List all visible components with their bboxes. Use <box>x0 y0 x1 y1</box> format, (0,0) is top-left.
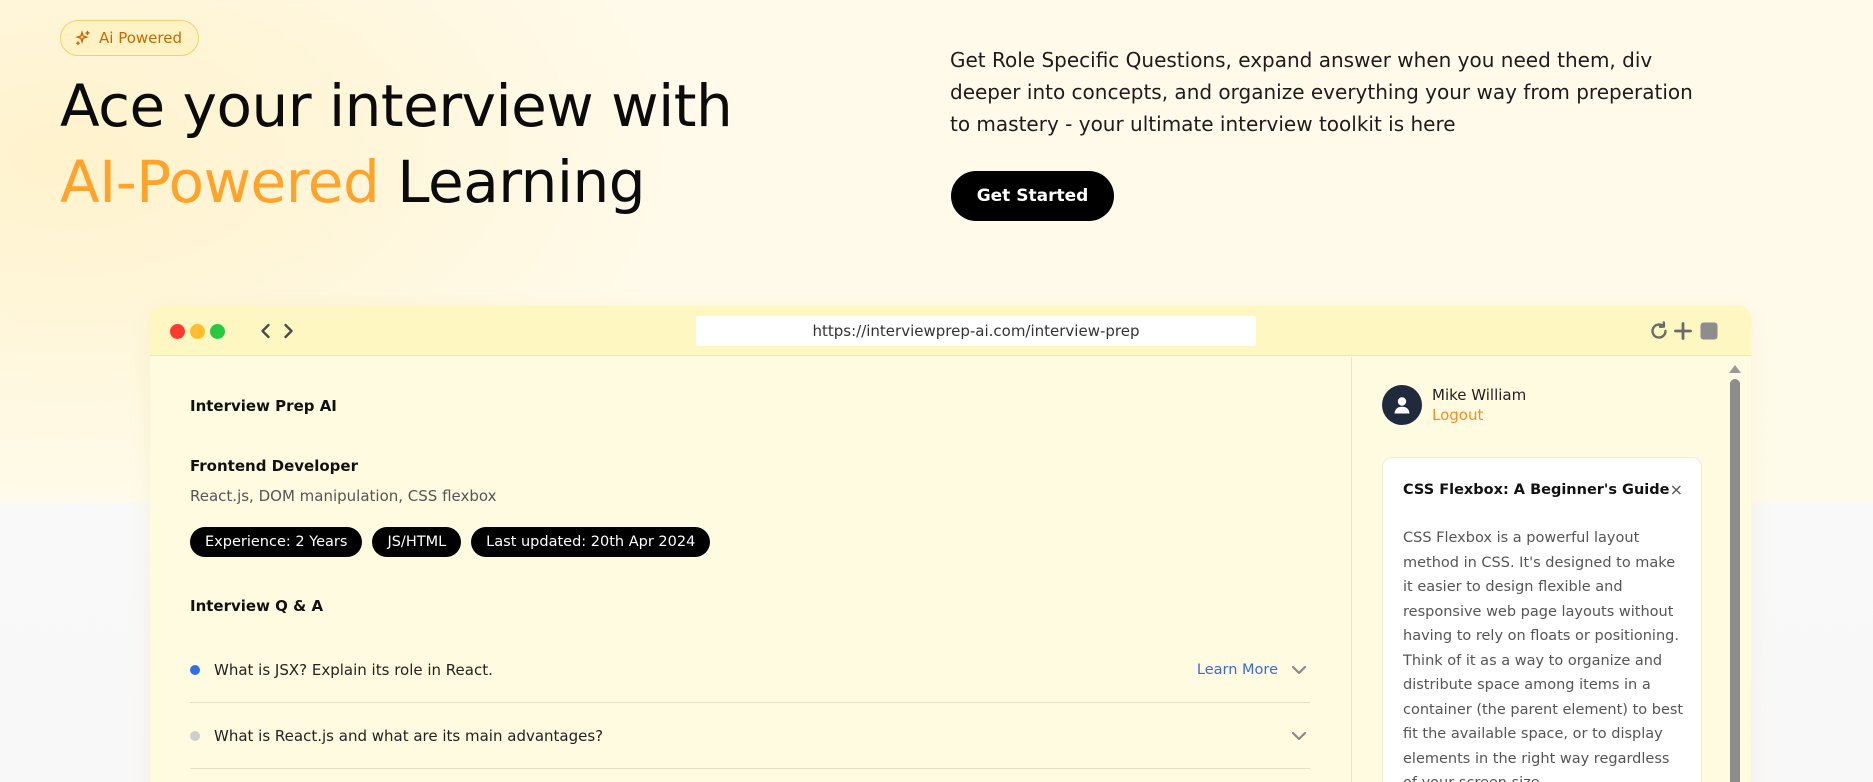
square-icon[interactable] <box>1698 320 1720 342</box>
window-minimize-dot[interactable] <box>190 324 205 339</box>
headline-accent: AI-Powered <box>60 148 380 216</box>
user-name: Mike William <box>1432 386 1527 404</box>
experience-pill: Experience: 2 Years <box>190 527 363 557</box>
role-title: Frontend Developer <box>190 457 358 475</box>
question-item[interactable]: What is JSX? Explain its role in React. … <box>190 637 1310 703</box>
headline-rest: Learning <box>397 148 646 216</box>
qa-heading: Interview Q & A <box>190 597 324 615</box>
browser-mockup: https://interviewprep-ai.com/interview-p… <box>150 306 1751 782</box>
scrollbar[interactable] <box>1729 365 1741 782</box>
ai-powered-badge: Ai Powered <box>60 20 199 56</box>
user-profile: Mike William Logout <box>1382 385 1526 425</box>
scroll-up-arrow-icon[interactable] <box>1729 365 1741 373</box>
chevron-down-icon[interactable] <box>1290 661 1308 679</box>
last-updated-pill: Last updated: 20th Apr 2024 <box>471 527 711 557</box>
learn-more-link[interactable]: Learn More <box>1197 662 1278 678</box>
headline-line1: Ace your interview with <box>60 72 733 140</box>
hero-headline: Ace your interview with AI-Powered Learn… <box>60 68 820 220</box>
badge-label: Ai Powered <box>99 29 182 47</box>
question-bullet <box>190 730 200 741</box>
sidebar-panel: Mike William Logout CSS Flexbox: A Begin… <box>1351 357 1751 782</box>
tag-list: Experience: 2 Years JS/HTML Last updated… <box>190 527 711 557</box>
question-bullet <box>190 664 200 675</box>
sparkle-icon <box>75 30 90 46</box>
user-icon <box>1394 397 1410 414</box>
chevron-right-icon[interactable] <box>278 321 298 341</box>
role-topics: React.js, DOM manipulation, CSS flexbox <box>190 487 497 505</box>
hero-description: Get Role Specific Questions, expand answ… <box>950 48 1693 136</box>
chevron-down-icon[interactable] <box>1290 727 1308 745</box>
browser-toolbar: https://interviewprep-ai.com/interview-p… <box>150 306 1751 356</box>
logout-link[interactable]: Logout <box>1432 406 1526 424</box>
plus-icon[interactable] <box>1672 320 1694 342</box>
question-text: What is React.js and what are its main a… <box>214 726 604 745</box>
scrollbar-thumb[interactable] <box>1730 379 1740 782</box>
avatar[interactable] <box>1382 385 1422 425</box>
close-icon[interactable]: × <box>1670 480 1683 499</box>
chevron-left-icon[interactable] <box>256 321 276 341</box>
question-item[interactable]: What is React.js and what are its main a… <box>190 703 1310 769</box>
main-content: Interview Prep AI Frontend Developer Rea… <box>150 357 1350 782</box>
concept-title: CSS Flexbox: A Beginner's Guide <box>1403 482 1670 498</box>
window-close-dot[interactable] <box>170 324 185 339</box>
window-maximize-dot[interactable] <box>210 324 225 339</box>
concept-body: CSS Flexbox is a powerful layout method … <box>1403 530 1684 782</box>
address-bar[interactable]: https://interviewprep-ai.com/interview-p… <box>696 316 1256 346</box>
app-title: Interview Prep AI <box>190 397 337 415</box>
qa-list: What is JSX? Explain its role in React. … <box>190 637 1310 769</box>
get-started-button[interactable]: Get Started <box>951 171 1114 221</box>
concept-card: CSS Flexbox: A Beginner's Guide × CSS Fl… <box>1382 457 1702 782</box>
skills-pill: JS/HTML <box>372 527 462 557</box>
question-text: What is JSX? Explain its role in React. <box>214 660 493 679</box>
refresh-icon[interactable] <box>1648 320 1670 342</box>
